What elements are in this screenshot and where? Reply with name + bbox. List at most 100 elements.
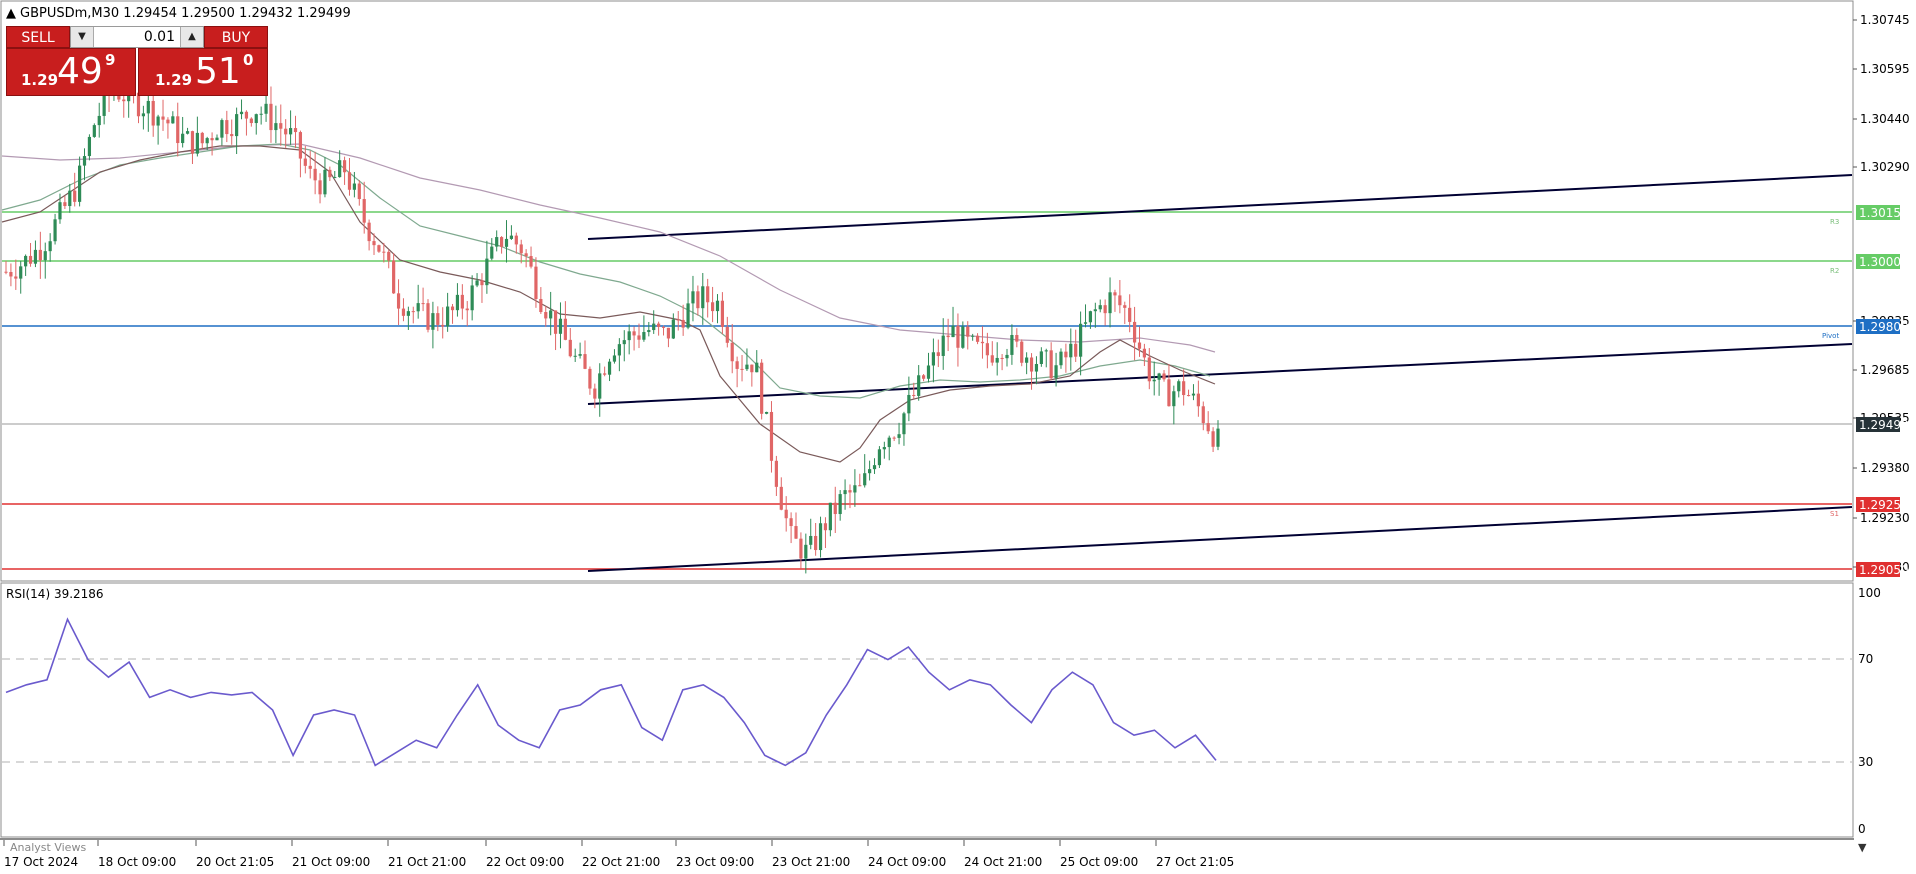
price-tick-label: 1.29230 — [1860, 511, 1910, 525]
candle-body — [43, 251, 47, 261]
candle-body — [622, 340, 626, 345]
candle-body — [24, 255, 28, 267]
candle-body — [863, 473, 867, 486]
symbol-label: GBPUSDm,M30 1.29454 1.29500 1.29432 1.29… — [20, 6, 351, 21]
candle-body — [136, 92, 141, 117]
candle-body — [1206, 423, 1210, 432]
buy-price-sup: 0 — [243, 51, 254, 69]
candle-body — [971, 335, 975, 337]
candle-body — [534, 266, 538, 299]
candle-body — [980, 341, 985, 344]
r3-tag: R3 — [1830, 218, 1839, 226]
candle-body — [956, 325, 960, 348]
buy-price-big: 51 — [195, 51, 241, 92]
candle-body — [1137, 342, 1142, 349]
candle-body — [1128, 307, 1132, 322]
candle-body — [141, 113, 145, 117]
candle-body — [686, 303, 690, 328]
candle-body — [465, 308, 469, 311]
scroll-down-icon[interactable]: ▼ — [1858, 841, 1867, 854]
candle-body — [1025, 357, 1029, 363]
rsi-tick-30: 30 — [1858, 755, 1873, 769]
lot-size-stepper[interactable]: ▼ 0.01 ▲ — [70, 26, 204, 48]
price-label-pivot: 1.29800 — [1856, 319, 1909, 334]
candle-body — [200, 132, 204, 144]
candle-body — [1177, 381, 1181, 392]
candle-body — [701, 286, 705, 309]
sell-price-sup: 9 — [105, 51, 116, 69]
candle-body — [490, 246, 494, 259]
svg-text:1.29250: 1.29250 — [1859, 498, 1909, 512]
candle-body — [897, 434, 901, 438]
candle-body — [1054, 365, 1058, 379]
candle-body — [1079, 323, 1083, 357]
candle-body — [4, 271, 8, 273]
candle-body — [161, 116, 165, 120]
sell-button[interactable]: SELL — [6, 26, 70, 48]
candle-body — [318, 180, 322, 195]
candle-body — [441, 324, 445, 327]
candle-body — [715, 300, 720, 312]
candle-body — [382, 251, 386, 253]
candle-body — [82, 156, 87, 166]
candle-body — [426, 303, 430, 330]
candle-body — [122, 99, 126, 102]
svg-text:1.30000: 1.30000 — [1859, 255, 1909, 269]
candle-body — [269, 103, 273, 131]
candle-body — [657, 323, 661, 327]
analyst-views-tab[interactable]: Analyst Views — [10, 841, 86, 854]
rsi-tick-70: 70 — [1858, 652, 1873, 666]
candle-body — [1103, 305, 1107, 314]
candle-body — [288, 128, 293, 135]
lot-size-value[interactable]: 0.01 — [144, 27, 175, 47]
candle-body — [593, 388, 597, 399]
candle-body — [598, 373, 602, 399]
buy-button[interactable]: BUY — [204, 26, 268, 48]
candle-body — [833, 502, 837, 515]
candle-body — [691, 291, 695, 304]
candle-body — [33, 249, 38, 264]
candle-body — [725, 326, 729, 343]
price-label-s2: 1.29050 — [1856, 562, 1909, 577]
candle-body — [28, 255, 33, 264]
price-pane[interactable] — [0, 0, 1854, 582]
candle-body — [97, 115, 101, 126]
candle-body — [961, 326, 965, 348]
candle-body — [936, 352, 940, 356]
time-tick-label: 21 Oct 21:00 — [388, 855, 466, 869]
candle-body — [661, 326, 666, 328]
candle-body — [902, 413, 906, 435]
trading-chart[interactable]: ▲ GBPUSDm,M30 1.29454 1.29500 1.29432 1.… — [0, 0, 1916, 874]
lot-increase-icon[interactable]: ▲ — [180, 27, 203, 47]
candle-body — [823, 523, 828, 531]
candle-body — [710, 302, 715, 312]
candle-body — [1172, 391, 1176, 407]
price-tick-label: 1.29685 — [1860, 363, 1910, 377]
candle-body — [789, 518, 793, 527]
candle-body — [1064, 351, 1068, 358]
time-tick-label: 24 Oct 09:00 — [868, 855, 946, 869]
candle-body — [495, 237, 499, 247]
candle-body — [907, 394, 911, 414]
candle-body — [195, 132, 199, 154]
candle-body — [421, 303, 425, 305]
candle-body — [809, 535, 813, 545]
candle-body — [342, 160, 347, 173]
candle-body — [568, 339, 572, 357]
candle-body — [755, 362, 759, 373]
candle-body — [235, 114, 239, 137]
candle-body — [293, 128, 298, 133]
price-tick-label: 1.29380 — [1860, 461, 1910, 475]
rsi-pane[interactable] — [0, 582, 1854, 838]
lot-decrease-icon[interactable]: ▼ — [71, 27, 94, 47]
candle-body — [1167, 379, 1171, 407]
sell-price-box[interactable]: 1.29 49 9 — [6, 48, 136, 96]
candle-body — [1118, 295, 1122, 306]
candle-body — [990, 355, 994, 363]
candle-body — [450, 306, 455, 311]
candle-body — [504, 238, 509, 247]
buy-price-box[interactable]: 1.29 51 0 — [138, 48, 268, 96]
time-axis: 17 Oct 2024 18 Oct 09:00 20 Oct 21:05 21 Oc… — [3, 840, 1234, 869]
candle-body — [210, 138, 214, 141]
candle-body — [603, 373, 607, 375]
